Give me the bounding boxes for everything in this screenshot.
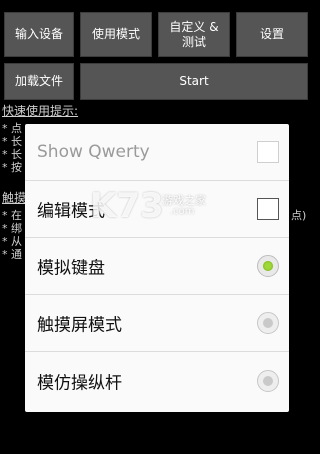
option-joystick-mode[interactable]: 模仿操纵杆 [25, 352, 289, 409]
input-device-button[interactable]: 输入设备 [4, 12, 74, 57]
help-line: * 在 [2, 209, 22, 222]
custom-test-button[interactable]: 自定义 & 测试 [158, 12, 230, 57]
option-label: Show Qwerty [37, 142, 150, 162]
option-simulate-keyboard[interactable]: 模拟键盘 [25, 238, 289, 295]
option-label: 模仿操纵杆 [37, 373, 122, 393]
load-file-button[interactable]: 加载文件 [4, 63, 74, 100]
help-line: * 绑 [2, 222, 22, 235]
quick-help-title: 快速使用提示: [2, 104, 79, 118]
help-line: * 长 [2, 135, 22, 148]
settings-button[interactable]: 设置 [236, 12, 308, 57]
checkbox[interactable] [257, 198, 279, 220]
option-touchscreen-mode[interactable]: 触摸屏模式 [25, 295, 289, 352]
load-file-label: 加载文件 [14, 74, 63, 89]
option-label: 编辑模式 [37, 201, 105, 222]
checkbox-disabled[interactable] [257, 141, 279, 163]
input-device-label: 输入设备 [14, 27, 63, 42]
start-label: Start [179, 74, 209, 89]
custom-test-label: 自定义 & 测试 [169, 20, 219, 49]
radio-dot-icon [263, 375, 273, 386]
radio-unselected[interactable] [257, 369, 279, 392]
mode-options-dialog: Show Qwerty 编辑模式 模拟键盘 触摸屏模式 模仿操纵杆 [25, 124, 289, 412]
help-line: * 按 [2, 161, 22, 174]
touch-help-title: 触摸 [2, 191, 27, 205]
option-label: 模拟键盘 [37, 258, 105, 279]
usage-mode-button[interactable]: 使用模式 [80, 12, 152, 57]
radio-selected[interactable] [257, 255, 279, 277]
usage-mode-label: 使用模式 [91, 27, 140, 42]
help-line: * 通 [2, 248, 22, 261]
help-line: * 从 [2, 235, 22, 248]
help-line: * 长 [2, 148, 22, 161]
settings-label: 设置 [259, 27, 284, 42]
radio-dot-icon [263, 261, 273, 271]
option-label: 触摸屏模式 [37, 315, 122, 336]
radio-unselected[interactable] [257, 312, 279, 334]
option-edit-mode[interactable]: 编辑模式 [25, 181, 289, 238]
option-show-qwerty[interactable]: Show Qwerty [25, 124, 289, 181]
help-fragment: 点) [291, 209, 307, 222]
help-line: * 点 [2, 122, 22, 135]
radio-dot-icon [263, 318, 273, 328]
start-button[interactable]: Start [80, 63, 308, 100]
